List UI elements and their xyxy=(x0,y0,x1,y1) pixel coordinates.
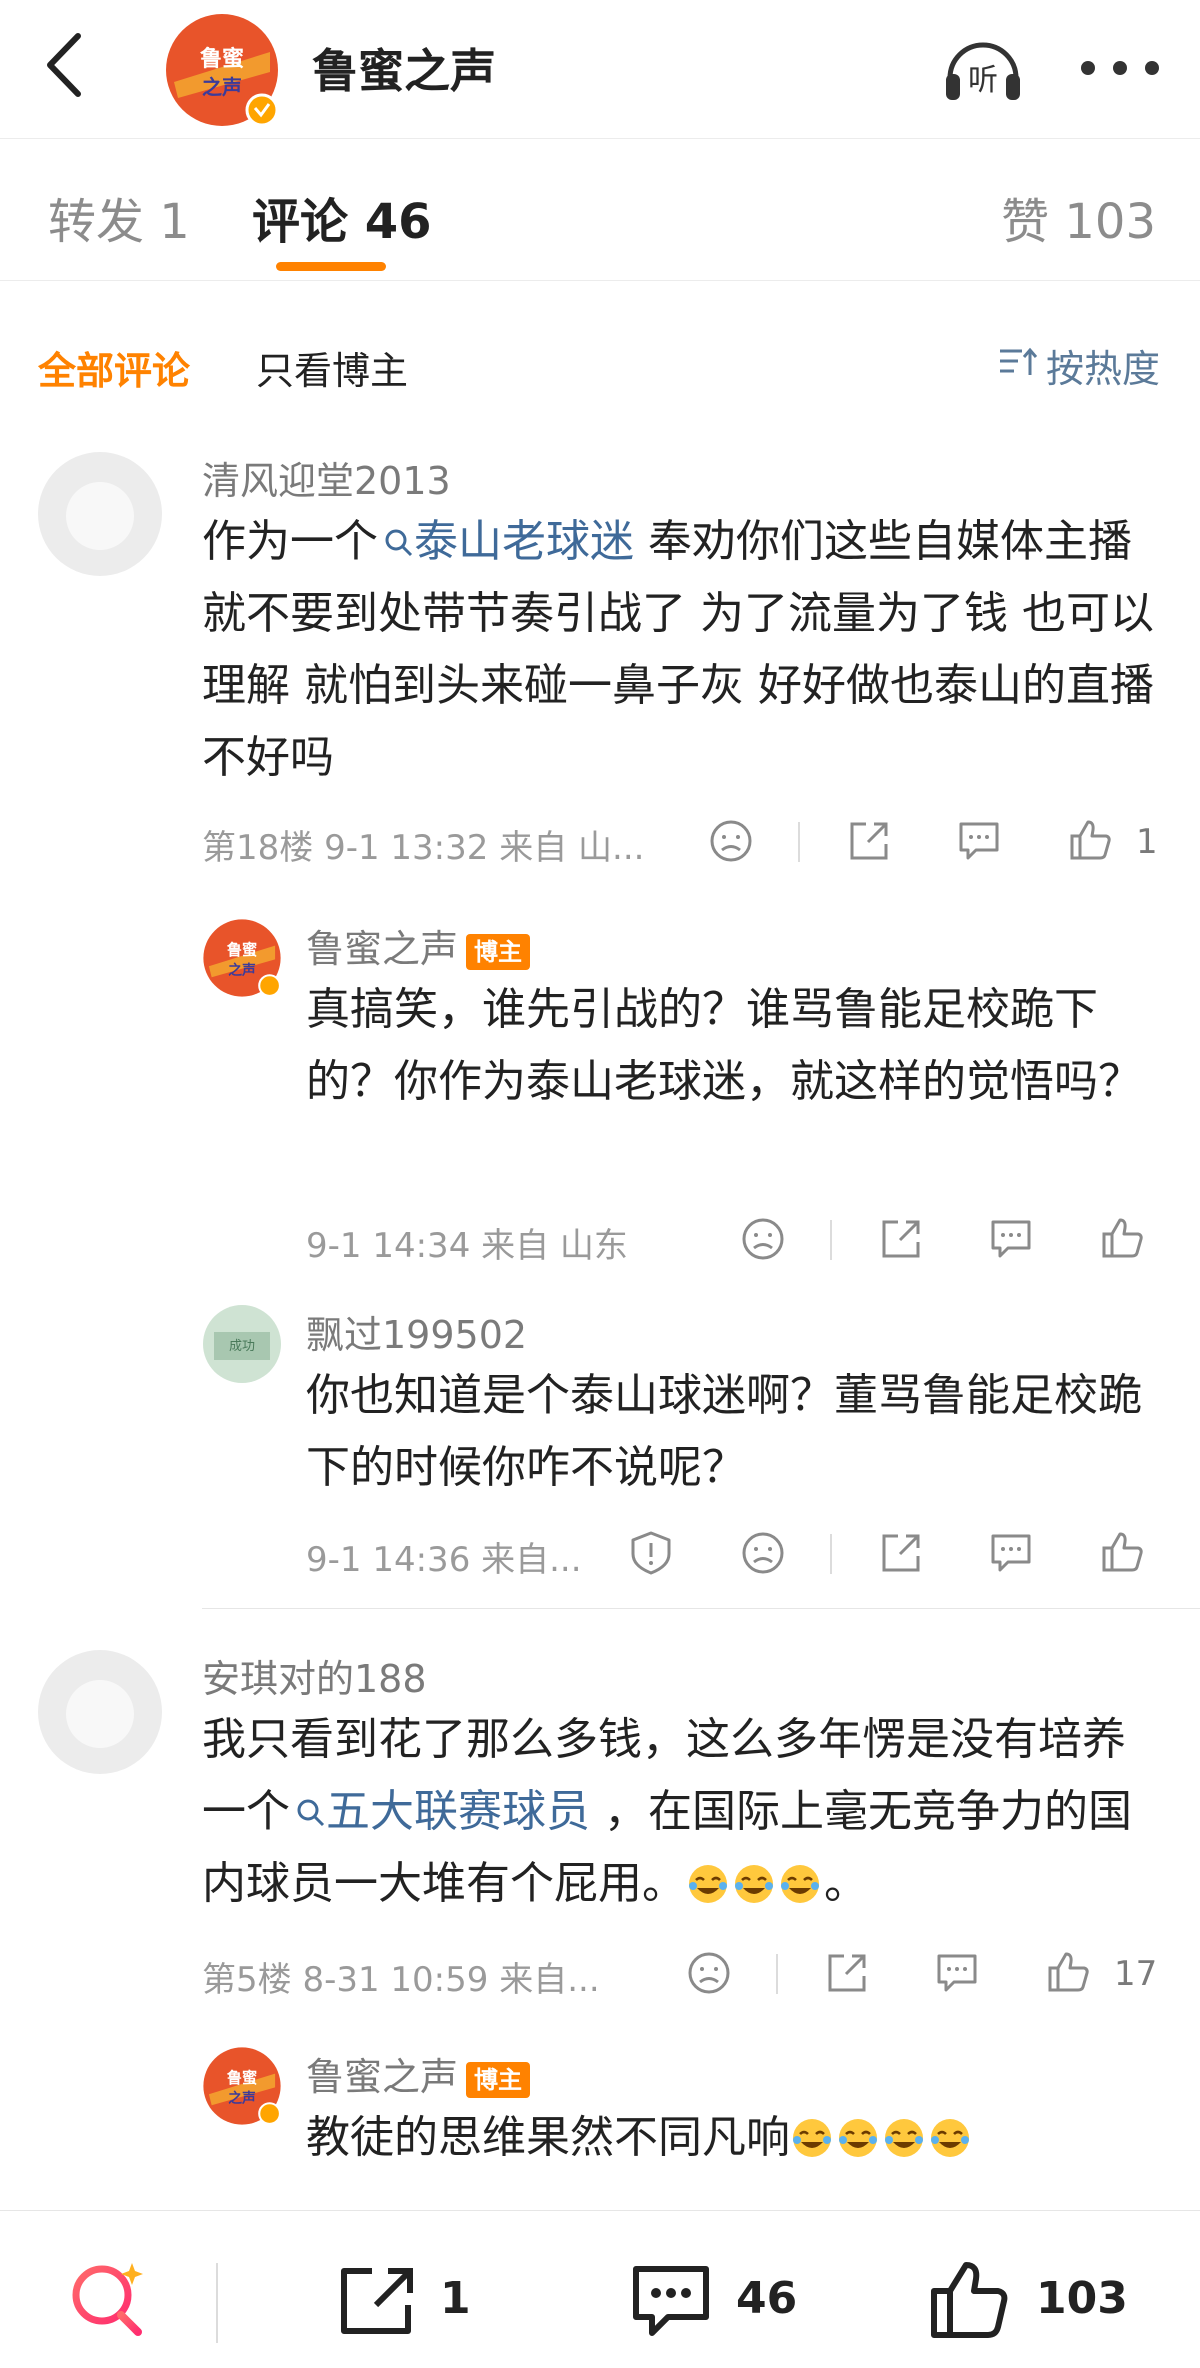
sort-by-hot-button[interactable]: 按热度 xyxy=(998,338,1160,393)
dislike-face-icon[interactable] xyxy=(708,818,754,864)
thumbs-up-icon[interactable] xyxy=(1066,816,1114,864)
user-avatar[interactable]: 成功 xyxy=(202,1304,282,1384)
reply-meta: 9-1 14:36 来自... xyxy=(306,1540,582,1580)
divider xyxy=(216,2263,218,2343)
listen-label: 听 xyxy=(968,63,998,98)
headphones-listen-icon[interactable]: 听 xyxy=(940,26,1026,112)
laugh-cry-emoji-icon xyxy=(686,1858,824,1909)
reply-body: 教徒的思维果然不同凡响 xyxy=(306,2102,1166,2174)
tab-comment[interactable]: 评论 46 xyxy=(252,182,432,252)
divider xyxy=(830,1534,832,1574)
comment-body: 我只看到花了那么多钱，这么多年愣是没有培养一个 五大联赛球员 ，在国际上毫无竞争力… xyxy=(202,1714,1132,1909)
reply-username[interactable]: 飘过199502 xyxy=(306,1304,527,1359)
topic-link[interactable]: 泰山老球迷 xyxy=(378,516,634,567)
like-count: 17 xyxy=(1114,1954,1158,1994)
topic-link[interactable]: 五大联赛球员 xyxy=(290,1786,590,1837)
reply-bubble-icon[interactable] xyxy=(988,1530,1034,1576)
reply-username[interactable]: 鲁蜜之声 博主 xyxy=(306,918,531,973)
comment-username[interactable]: 安琪对的188 xyxy=(202,1648,427,1703)
share-icon[interactable] xyxy=(878,1216,924,1262)
bottom-action-bar: 1 46 103 xyxy=(0,2210,1200,2368)
thumbs-up-icon[interactable] xyxy=(1098,1214,1146,1262)
sort-label: 按热度 xyxy=(1045,347,1160,391)
comment-meta: 第5楼 8-31 10:59 来自... xyxy=(202,1960,600,2000)
sort-icon xyxy=(998,344,1038,388)
reply-meta: 9-1 14:34 来自 山东 xyxy=(306,1226,628,1266)
repost-count: 1 xyxy=(440,2273,471,2324)
page-title: 鲁蜜之声 xyxy=(312,44,496,98)
filter-all-comments[interactable]: 全部评论 xyxy=(38,340,190,395)
user-avatar[interactable] xyxy=(38,1650,162,1774)
thumbs-up-icon[interactable] xyxy=(928,2257,1012,2341)
share-icon[interactable] xyxy=(878,1530,924,1576)
svg-text:之声: 之声 xyxy=(228,962,256,979)
ai-search-icon[interactable] xyxy=(66,2257,150,2341)
divider xyxy=(798,822,800,862)
share-icon[interactable] xyxy=(824,1950,870,1996)
reply-bubble-icon[interactable] xyxy=(988,1216,1034,1262)
filter-blogger-only[interactable]: 只看博主 xyxy=(256,340,408,395)
comment-meta: 第18楼 9-1 13:32 来自 山... xyxy=(202,828,645,868)
share-icon[interactable] xyxy=(846,818,892,864)
more-dots-icon[interactable] xyxy=(1072,48,1168,88)
blogger-avatar[interactable]: 鲁蜜 之声 xyxy=(202,2046,282,2126)
comment-count: 46 xyxy=(736,2273,798,2324)
report-warning-icon[interactable] xyxy=(628,1530,674,1576)
back-chevron-icon[interactable] xyxy=(40,30,90,100)
like-count: 1 xyxy=(1136,822,1158,862)
svg-text:鲁蜜: 鲁蜜 xyxy=(199,46,244,72)
top-bar: 鲁蜜 之声 鲁蜜之声 听 xyxy=(0,0,1200,139)
reply-body: 你也知道是个泰山球迷啊？董骂鲁能足校跪下的时候你咋不说呢？ xyxy=(306,1370,1142,1493)
reply-body: 真搞笑，谁先引战的？谁骂鲁能足校跪下的？你作为泰山老球迷，就这样的觉悟吗？ xyxy=(306,984,1142,1107)
reply-bubble-icon[interactable] xyxy=(956,818,1002,864)
like-count: 103 xyxy=(1036,2273,1128,2324)
comment-separator xyxy=(202,1608,1200,1609)
repost-share-icon[interactable] xyxy=(338,2265,418,2337)
dislike-face-icon[interactable] xyxy=(740,1216,786,1262)
divider xyxy=(776,1954,778,1994)
reply-bubble-icon[interactable] xyxy=(934,1950,980,1996)
thumbs-up-icon[interactable] xyxy=(1098,1528,1146,1576)
blogger-avatar[interactable]: 鲁蜜 之声 xyxy=(202,918,282,998)
reply-username[interactable]: 鲁蜜之声 博主 xyxy=(306,2046,531,2101)
svg-text:之声: 之声 xyxy=(202,75,242,99)
blogger-avatar[interactable]: 鲁蜜 之声 xyxy=(164,12,280,128)
tab-bar: 转发 1 评论 46 赞 103 xyxy=(0,138,1200,281)
dislike-face-icon[interactable] xyxy=(686,1950,732,1996)
laugh-cry-emoji-icon xyxy=(790,2112,974,2163)
comment-filter-row: 全部评论 只看博主 按热度 xyxy=(0,320,1200,400)
active-tab-indicator xyxy=(276,262,386,271)
svg-text:之声: 之声 xyxy=(228,2090,256,2107)
svg-text:鲁蜜: 鲁蜜 xyxy=(227,2069,257,2087)
tab-repost[interactable]: 转发 1 xyxy=(48,182,190,252)
svg-text:成功: 成功 xyxy=(229,1339,255,1354)
thumbs-up-icon[interactable] xyxy=(1044,1948,1092,1996)
search-icon xyxy=(385,529,413,557)
divider xyxy=(830,1220,832,1260)
tab-like[interactable]: 赞 103 xyxy=(1001,182,1156,252)
blogger-badge: 博主 xyxy=(466,2061,531,2098)
user-avatar[interactable] xyxy=(38,452,162,576)
dislike-face-icon[interactable] xyxy=(740,1530,786,1576)
svg-text:鲁蜜: 鲁蜜 xyxy=(227,941,257,959)
comment-username[interactable]: 清风迎堂2013 xyxy=(202,450,451,505)
search-icon xyxy=(297,1799,325,1827)
blogger-badge: 博主 xyxy=(466,933,531,970)
comment-body: 作为一个 泰山老球迷 奉劝你们这些自媒体主播 就不要到处带节奏引战了 为了流量为了… xyxy=(202,516,1154,783)
comment-bubble-icon[interactable] xyxy=(630,2263,712,2339)
